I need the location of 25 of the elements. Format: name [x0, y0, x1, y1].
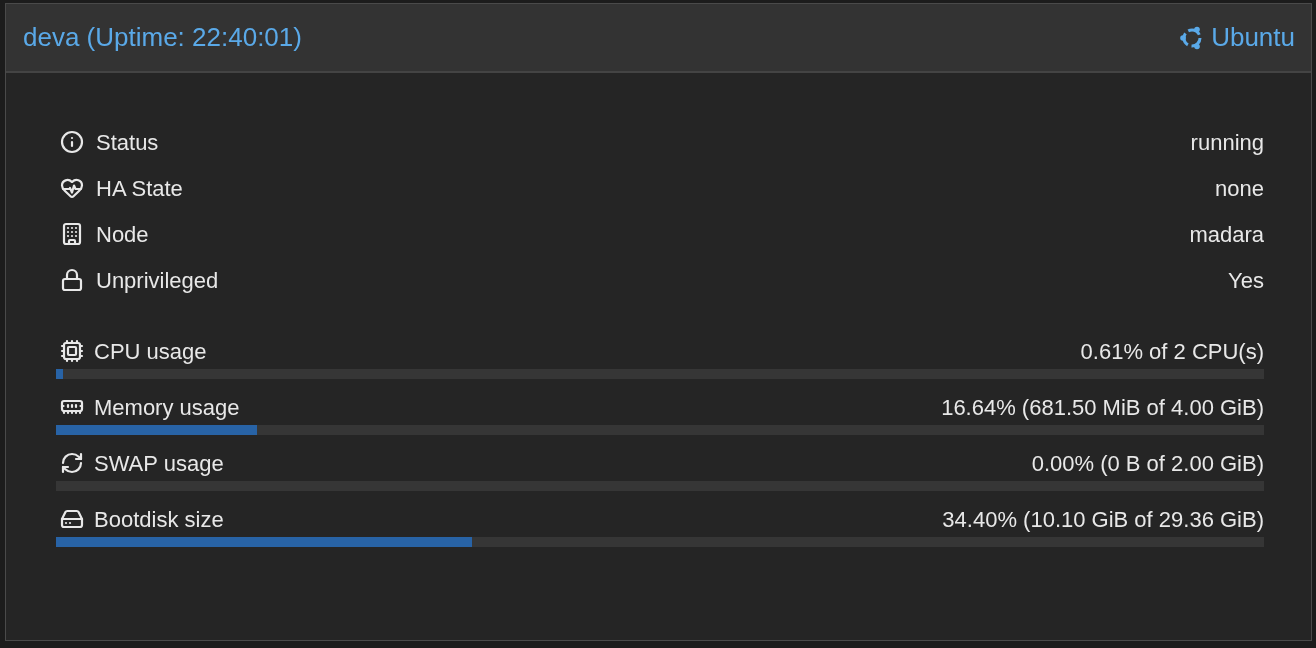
- row-label: Unprivileged: [96, 266, 219, 295]
- row-value: madara: [1189, 220, 1264, 249]
- hard-drive-icon: [60, 507, 84, 531]
- heart-pulse-icon: [60, 176, 84, 200]
- row-value: Yes: [1228, 266, 1264, 295]
- os-name: Ubuntu: [1211, 21, 1295, 54]
- building-icon: [60, 222, 84, 246]
- row-label: SWAP usage: [94, 449, 224, 478]
- row-label: HA State: [96, 174, 183, 203]
- row-value: 16.64% (681.50 MiB of 4.00 GiB): [941, 393, 1264, 422]
- row-value: 34.40% (10.10 GiB of 29.36 GiB): [942, 505, 1264, 534]
- row-label: Node: [96, 220, 149, 249]
- row-label: Bootdisk size: [94, 505, 224, 534]
- refresh-icon: [60, 451, 84, 475]
- row-value: 0.00% (0 B of 2.00 GiB): [1031, 449, 1264, 478]
- lock-icon: [60, 268, 84, 292]
- cpu-icon: [60, 339, 84, 363]
- row-label: CPU usage: [94, 337, 207, 366]
- row-label: Memory usage: [94, 393, 240, 422]
- row-value: none: [1215, 174, 1264, 203]
- row-label: Status: [96, 128, 159, 157]
- info-icon: [60, 130, 84, 154]
- panel-title: deva (Uptime: 22:40:01): [23, 21, 302, 54]
- row-value: running: [1190, 128, 1264, 157]
- row-value: 0.61% of 2 CPU(s): [1080, 337, 1264, 366]
